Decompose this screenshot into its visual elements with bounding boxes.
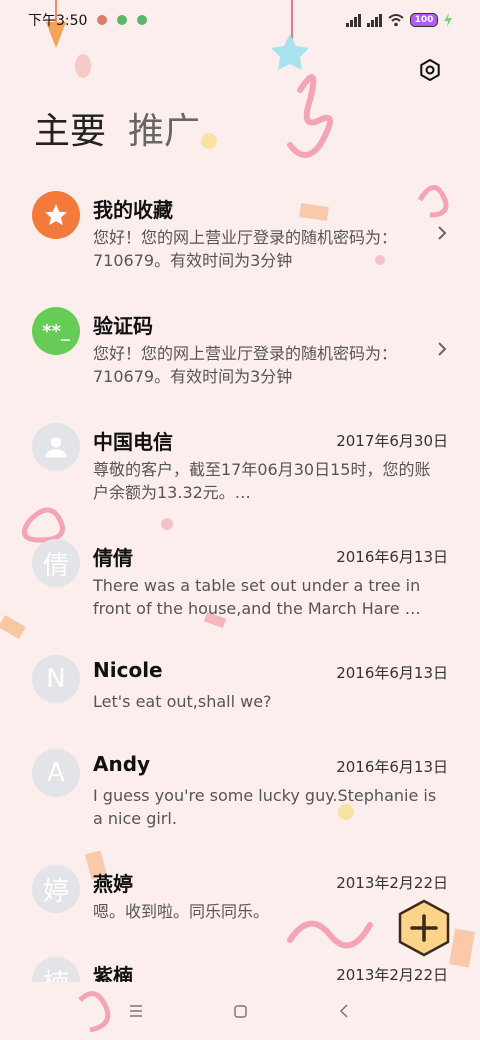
person-icon	[45, 437, 67, 458]
person-avatar-icon	[32, 423, 80, 471]
list-item[interactable]: A Andy 2016年6月13日 I guess you're some lu…	[0, 732, 480, 848]
message-date: 2016年6月13日	[336, 758, 448, 776]
back-icon	[339, 1004, 348, 1018]
list-item[interactable]: 我的收藏 您好！您的网上营业厅登录的随机密码为：710679。有效时间为3分钟	[0, 174, 480, 290]
sender-name: 我的收藏	[93, 198, 173, 222]
chevron-right-icon	[438, 342, 447, 356]
home-icon	[233, 1004, 247, 1018]
message-preview: 您好！您的网上营业厅登录的随机密码为：710679。有效时间为3分钟	[93, 228, 398, 270]
status-right: 100	[346, 13, 452, 27]
contact-avatar: A	[32, 749, 80, 797]
message-preview: There was a table set out under a tree i…	[93, 576, 421, 618]
sender-name: 紫楠	[93, 964, 133, 982]
message-preview: 嗯。收到啦。同乐同乐。	[93, 902, 270, 921]
status-bar: 下午3:50 100	[0, 0, 480, 40]
sender-name: 验证码	[93, 314, 153, 338]
message-preview: 您好！您的网上营业厅登录的随机密码为：710679。有效时间为3分钟	[93, 344, 398, 386]
tab-main[interactable]: 主要	[34, 108, 106, 156]
message-date: 2016年6月13日	[336, 548, 448, 566]
sender-name: 中国电信	[93, 430, 173, 454]
compose-plus-icon	[398, 899, 450, 957]
verification-code-avatar: **_	[32, 307, 80, 355]
list-item[interactable]: **_ 验证码 您好！您的网上营业厅登录的随机密码为：710679。有效时间为3…	[0, 290, 480, 406]
message-date: 2017年6月30日	[336, 432, 448, 450]
charging-icon	[444, 13, 452, 27]
message-preview: I guess you're some lucky guy.Stephanie …	[93, 786, 437, 828]
message-date: 2013年2月22日	[336, 874, 448, 892]
navigation-bar	[0, 982, 480, 1040]
app-notification-icon-2	[137, 15, 148, 25]
signal-icon-2	[367, 13, 382, 27]
back-button[interactable]	[332, 999, 356, 1023]
sender-name: Andy	[93, 752, 151, 776]
signal-icon	[346, 13, 361, 27]
list-item[interactable]: 中国电信 2017年6月30日 尊敬的客户，截至17年06月30日15时，您的账…	[0, 406, 480, 522]
message-preview: Let's eat out,shall we?	[93, 692, 272, 711]
notification-icon	[97, 15, 108, 25]
settings-icon	[420, 59, 440, 81]
star-icon	[45, 204, 67, 226]
message-preview: 尊敬的客户，截至17年06月30日15时，您的账户余额为13.32元。…	[93, 460, 431, 502]
wifi-icon	[388, 14, 404, 27]
message-list: 我的收藏 您好！您的网上营业厅登录的随机密码为：710679。有效时间为3分钟 …	[0, 174, 480, 982]
contact-avatar: N	[32, 655, 80, 703]
list-item[interactable]: 倩 倩倩 2016年6月13日 There was a table set ou…	[0, 522, 480, 638]
sender-name: 燕婷	[93, 872, 133, 896]
sender-name: 倩倩	[93, 546, 133, 570]
settings-button[interactable]	[416, 56, 444, 84]
message-date: 2016年6月13日	[336, 664, 448, 682]
contact-avatar: 婷	[32, 865, 80, 913]
home-button[interactable]	[228, 999, 252, 1023]
menu-button[interactable]	[124, 999, 148, 1023]
app-notification-icon	[117, 15, 128, 25]
menu-icon	[130, 1005, 142, 1017]
star-avatar-icon	[32, 191, 80, 239]
chevron-right-icon	[438, 226, 447, 240]
tab-bar: 主要 推广	[34, 108, 200, 156]
message-date: 2013年2月22日	[336, 966, 448, 982]
sender-name: Nicole	[93, 658, 163, 682]
battery-indicator: 100	[410, 13, 438, 27]
contact-avatar: 楠	[32, 957, 80, 982]
tab-promotions[interactable]: 推广	[128, 108, 200, 156]
contact-avatar: 倩	[32, 539, 80, 587]
compose-button[interactable]	[396, 898, 452, 958]
status-time: 下午3:50	[28, 13, 88, 29]
status-left: 下午3:50	[28, 10, 148, 30]
